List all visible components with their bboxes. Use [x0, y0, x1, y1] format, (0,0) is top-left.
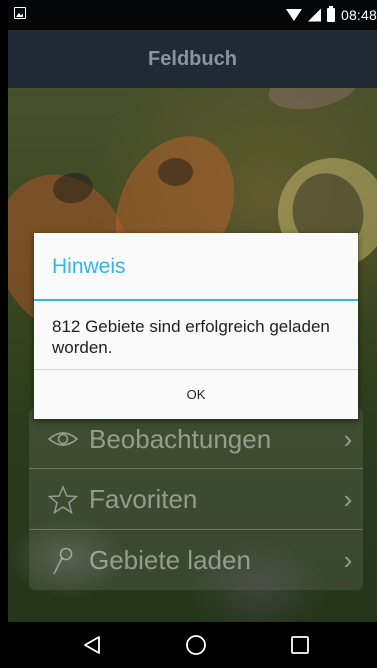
menu-item-label: Beobachtungen [89, 423, 272, 454]
dialog-title-divider [34, 299, 358, 301]
chevron-right-icon: › [343, 423, 353, 454]
menu-item-favoriten[interactable]: Favoriten › [29, 468, 363, 530]
wifi-icon [285, 9, 302, 21]
signal-icon [307, 8, 321, 22]
chevron-right-icon: › [343, 545, 353, 575]
menu-item-label: Gebiete laden [89, 545, 251, 575]
main-menu: Beobachtungen › Favoriten › Gebiete lade… [29, 408, 363, 590]
app-title: Feldbuch [148, 47, 237, 70]
notice-dialog: Hinweis 812 Gebiete sind erfolgreich gel… [34, 233, 358, 419]
battery-charging-icon [326, 6, 335, 22]
dialog-title: Hinweis [52, 255, 126, 278]
recents-icon[interactable] [280, 630, 320, 660]
back-icon[interactable] [72, 630, 112, 660]
image-notification-icon [14, 7, 26, 19]
ok-button[interactable]: OK [34, 370, 358, 419]
status-time: 08:48 [340, 7, 377, 23]
chevron-right-icon: › [343, 484, 353, 514]
star-icon [43, 482, 83, 518]
menu-item-gebiete-laden[interactable]: Gebiete laden › [29, 529, 363, 591]
eye-icon [43, 421, 83, 457]
action-bar: Feldbuch [8, 30, 377, 88]
status-bar: 08:48 [8, 0, 377, 30]
dialog-message: 812 Gebiete sind erfolgreich geladen wor… [52, 317, 330, 357]
menu-item-label: Favoriten [89, 484, 198, 514]
home-icon[interactable] [176, 630, 216, 660]
status-icons: 08:48 [285, 6, 377, 24]
pin-icon [43, 543, 83, 579]
navigation-bar [8, 622, 377, 668]
phone-screen: 08:48 Feldbuch Beobachtungen › Favoriten… [8, 0, 377, 668]
